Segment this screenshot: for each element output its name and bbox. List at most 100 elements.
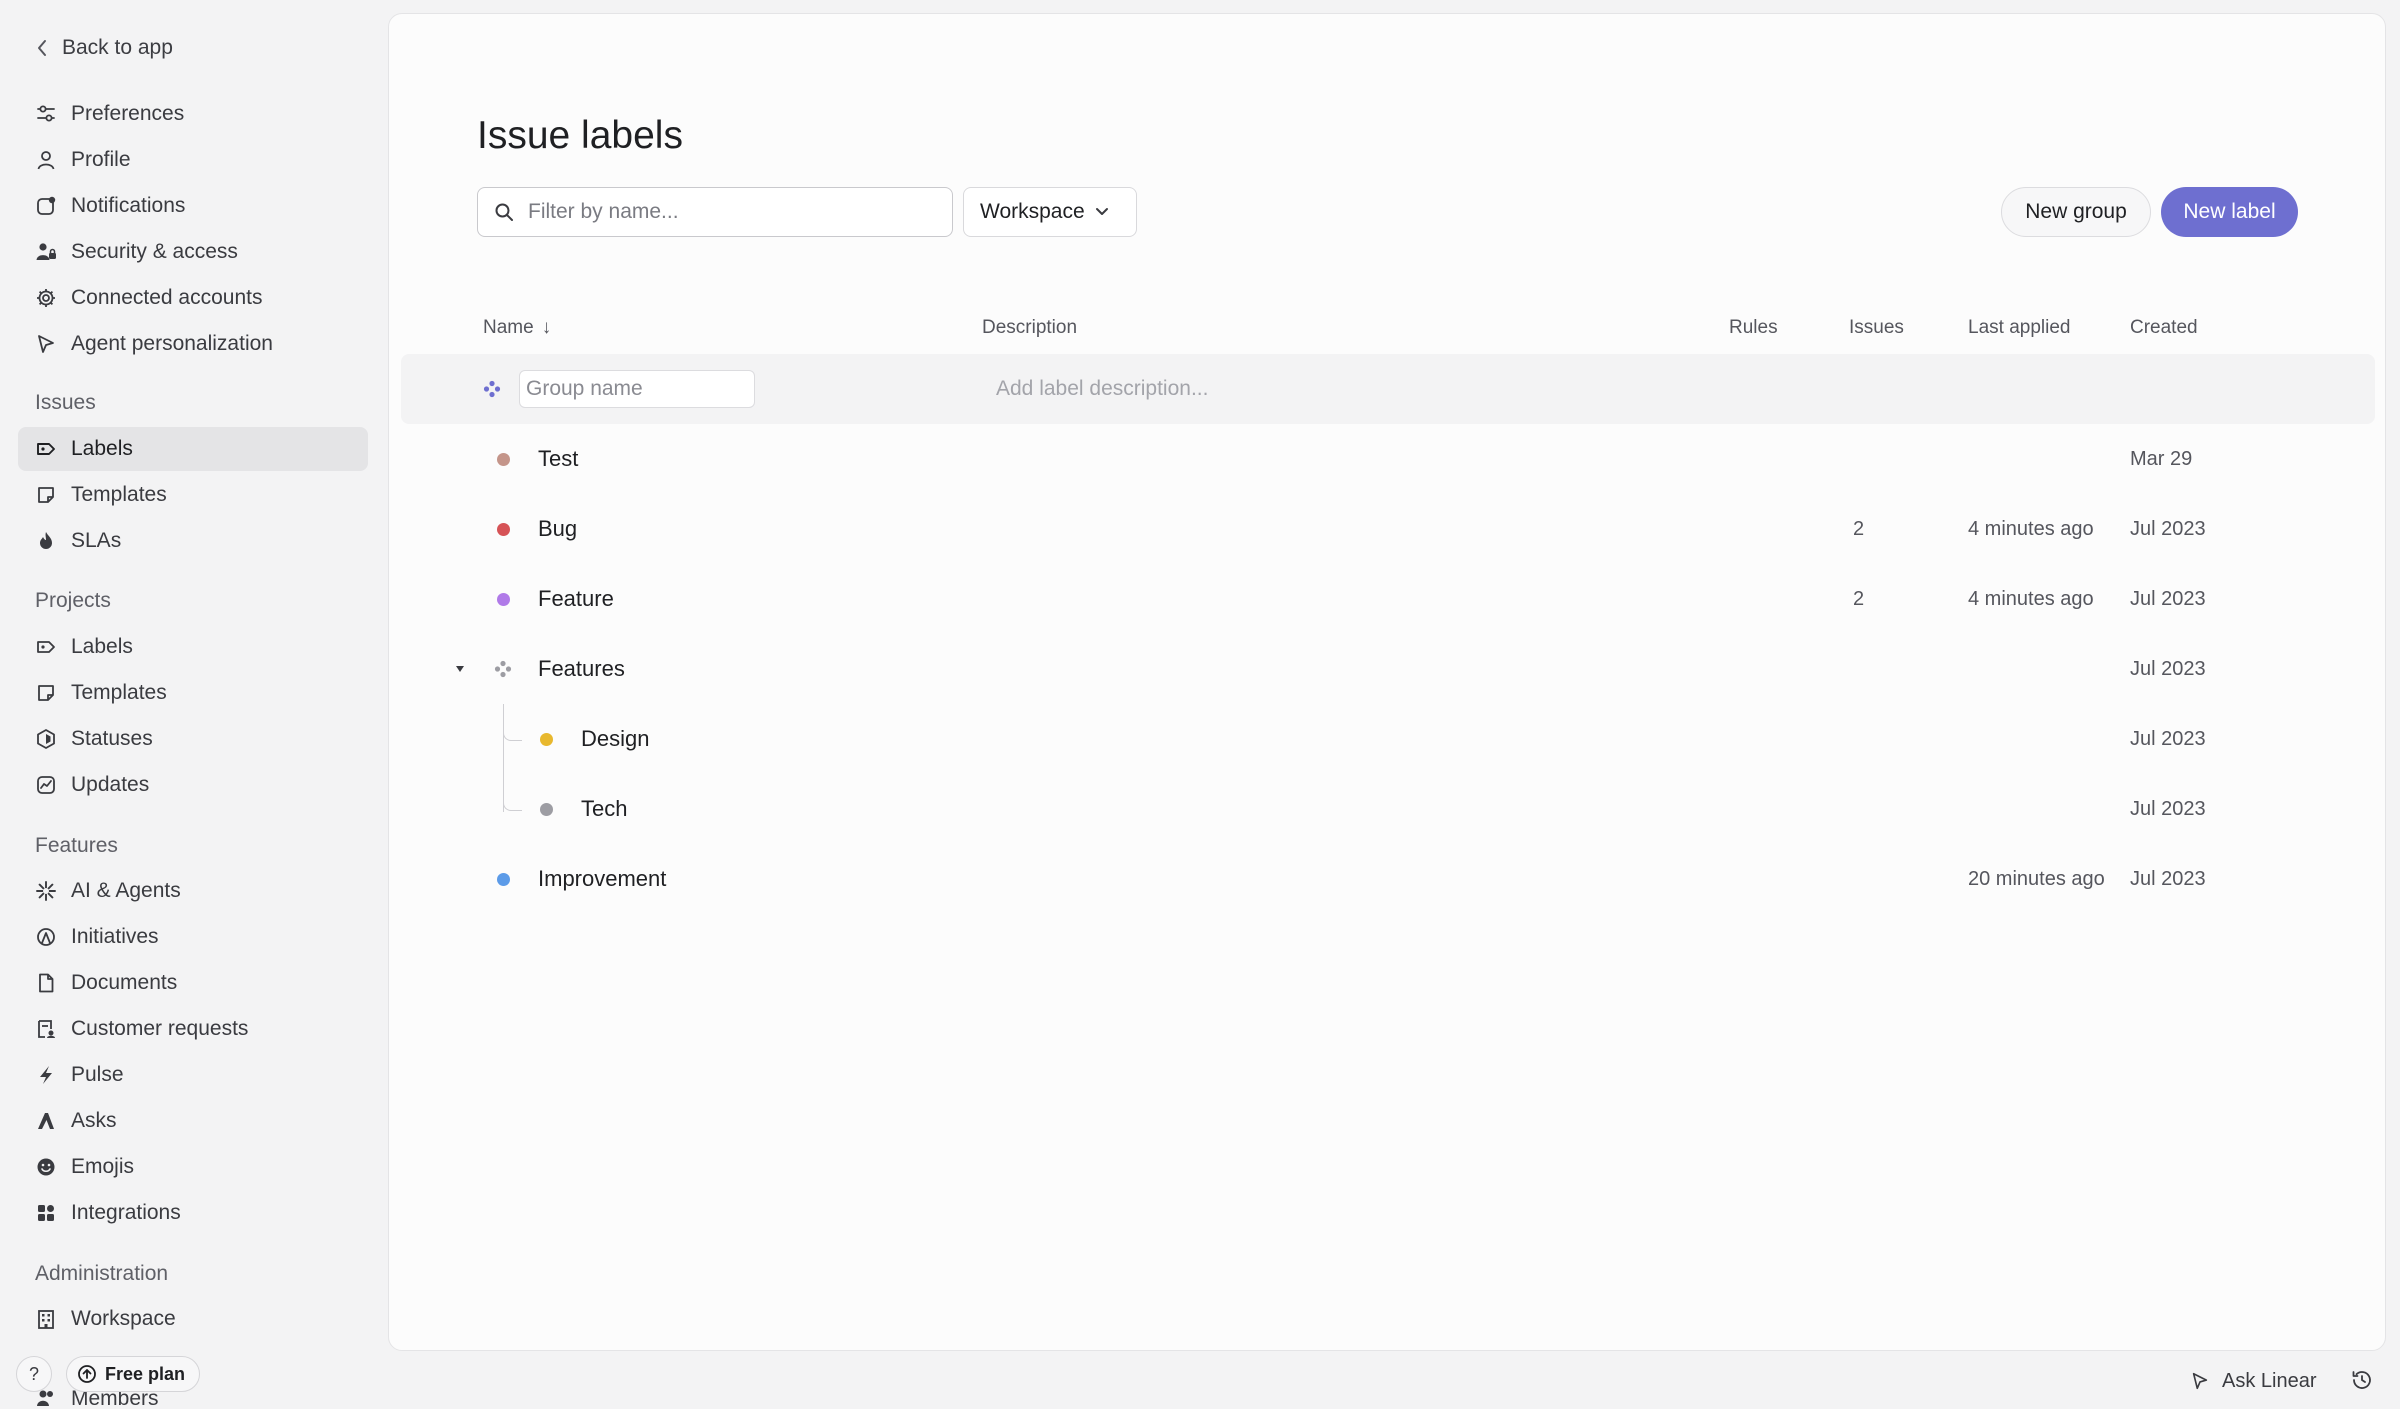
- sidebar-item-security[interactable]: Security & access: [18, 230, 368, 274]
- emoji-icon: [37, 1158, 55, 1176]
- history-icon[interactable]: [2350, 1368, 2374, 1392]
- table-row[interactable]: Feature 2 4 minutes ago Jul 2023: [389, 564, 2385, 634]
- table-row-child[interactable]: Tech Jul 2023: [389, 774, 2385, 844]
- label-name: Test: [538, 446, 579, 471]
- column-header-name[interactable]: Name ↓: [483, 317, 551, 339]
- sidebar-item-emojis[interactable]: Emojis: [18, 1145, 368, 1189]
- label-description-input[interactable]: Add label description...: [996, 377, 1208, 401]
- free-plan-button[interactable]: Free plan: [66, 1356, 201, 1392]
- expand-toggle[interactable]: [455, 634, 465, 704]
- sidebar-item-asks[interactable]: Asks: [18, 1099, 368, 1143]
- sidebar-item-issue-templates[interactable]: Templates: [18, 473, 368, 517]
- hexagon-icon: [37, 729, 55, 749]
- table-row[interactable]: Bug 2 4 minutes ago Jul 2023: [389, 494, 2385, 564]
- group-name-input[interactable]: [519, 370, 755, 408]
- agent-pointer-icon: [2192, 1372, 2208, 1390]
- chart-line-icon: [37, 776, 55, 794]
- sidebar-item-workspace[interactable]: Workspace: [18, 1297, 368, 1341]
- sidebar-item-customer-requests[interactable]: Customer requests: [18, 1007, 368, 1051]
- last-applied: 4 minutes ago: [1968, 517, 2094, 540]
- new-group-button[interactable]: New group: [2001, 187, 2151, 237]
- label-color-dot: [497, 872, 510, 886]
- sidebar-item-integrations[interactable]: Integrations: [18, 1191, 368, 1235]
- section-title-features: Features: [35, 834, 118, 857]
- column-header-name-label: Name: [483, 317, 534, 338]
- created-date: Mar 29: [2130, 447, 2193, 470]
- sidebar-item-ai-agents[interactable]: AI & Agents: [18, 869, 368, 913]
- group-name: Features: [538, 656, 625, 681]
- chevron-left-icon: [38, 40, 46, 56]
- sidebar-item-pulse[interactable]: Pulse: [18, 1053, 368, 1097]
- sort-arrow-icon: ↓: [541, 317, 552, 338]
- column-header-rules: Rules: [1729, 317, 1778, 338]
- gear-icon: [37, 289, 55, 307]
- sidebar-item-preferences[interactable]: Preferences: [18, 92, 368, 136]
- sidebar-item-label: Security & access: [71, 240, 238, 263]
- label-name: Tech: [581, 796, 628, 821]
- column-header-description: Description: [982, 317, 1078, 338]
- sidebar-item-label: Notifications: [71, 194, 186, 217]
- sidebar-item-notifications[interactable]: Notifications: [18, 184, 368, 228]
- sidebar-item-project-labels[interactable]: Labels: [18, 625, 368, 669]
- sparkle-icon: [36, 881, 56, 901]
- column-header-issues[interactable]: Issues: [1849, 317, 1904, 339]
- sidebar-item-documents[interactable]: Documents: [18, 961, 368, 1005]
- document-icon: [39, 973, 54, 993]
- sidebar-item-connected-accounts[interactable]: Connected accounts: [18, 276, 368, 320]
- sidebar-item-label: Workspace: [71, 1307, 176, 1330]
- flame-icon: [40, 532, 52, 549]
- integrations-icon: [38, 1205, 54, 1221]
- created-date: Jul 2023: [2130, 797, 2206, 820]
- sidebar-item-agent-personalization[interactable]: Agent personalization: [18, 322, 368, 366]
- person-icon: [37, 151, 55, 170]
- ask-linear-label: Ask Linear: [2222, 1369, 2317, 1392]
- created-date: Jul 2023: [2130, 517, 2206, 540]
- sidebar-item-issue-labels[interactable]: Labels: [18, 427, 368, 471]
- sidebar-item-project-templates[interactable]: Templates: [18, 671, 368, 715]
- table-row[interactable]: Improvement 20 minutes ago Jul 2023: [389, 844, 2385, 914]
- sidebar-item-label: Templates: [71, 483, 167, 506]
- filter-box[interactable]: [477, 187, 953, 237]
- sidebar-item-members[interactable]: Members: [18, 1387, 368, 1409]
- caret-down-icon: [456, 666, 464, 672]
- scope-select[interactable]: Workspace: [963, 187, 1137, 237]
- main-panel: Issue labels Workspace New group New lab…: [388, 13, 2386, 1351]
- sidebar-item-updates[interactable]: Updates: [18, 763, 368, 807]
- table-row-child[interactable]: Design Jul 2023: [389, 704, 2385, 774]
- building-icon: [38, 1310, 54, 1329]
- last-applied: 20 minutes ago: [1968, 867, 2105, 890]
- sidebar-item-statuses[interactable]: Statuses: [18, 717, 368, 761]
- asks-icon: [38, 1113, 54, 1129]
- label-color-dot: [540, 802, 553, 816]
- table-row-group[interactable]: Features Jul 2023: [389, 634, 2385, 704]
- sidebar-item-profile[interactable]: Profile: [18, 138, 368, 182]
- chevron-down-icon: [1095, 208, 1108, 215]
- sidebar-item-label: Preferences: [71, 102, 185, 125]
- column-header-created[interactable]: Created: [2130, 317, 2198, 339]
- filter-input[interactable]: [526, 199, 930, 225]
- back-to-app-label: Back to app: [62, 36, 173, 59]
- sidebar-item-label: Initiatives: [71, 925, 159, 948]
- sidebar-item-label: Labels: [71, 437, 133, 460]
- page-title: Issue labels: [477, 114, 683, 157]
- template-icon: [38, 487, 54, 503]
- sidebar-item-label: Updates: [71, 773, 150, 796]
- label-name: Feature: [538, 586, 614, 611]
- sidebar-item-initiatives[interactable]: Initiatives: [18, 915, 368, 959]
- sidebar-item-label: Customer requests: [71, 1017, 249, 1040]
- table-row[interactable]: Test Mar 29: [389, 424, 2385, 494]
- new-label-button[interactable]: New label: [2161, 187, 2298, 237]
- request-icon: [38, 1020, 55, 1038]
- created-date: Jul 2023: [2130, 587, 2206, 610]
- help-label: ?: [28, 1363, 39, 1384]
- label-tag-icon: [37, 641, 55, 653]
- initiative-icon: [37, 928, 55, 946]
- sidebar-item-label: Statuses: [71, 727, 153, 750]
- created-date: Jul 2023: [2130, 657, 2206, 680]
- sidebar-item-slas[interactable]: SLAs: [18, 519, 368, 563]
- section-title-administration: Administration: [35, 1262, 169, 1285]
- help-button[interactable]: ?: [16, 1356, 52, 1392]
- back-to-app-link[interactable]: Back to app: [36, 30, 173, 66]
- ask-linear-button[interactable]: Ask Linear: [2190, 1366, 2317, 1396]
- column-header-last-applied[interactable]: Last applied: [1968, 317, 2070, 339]
